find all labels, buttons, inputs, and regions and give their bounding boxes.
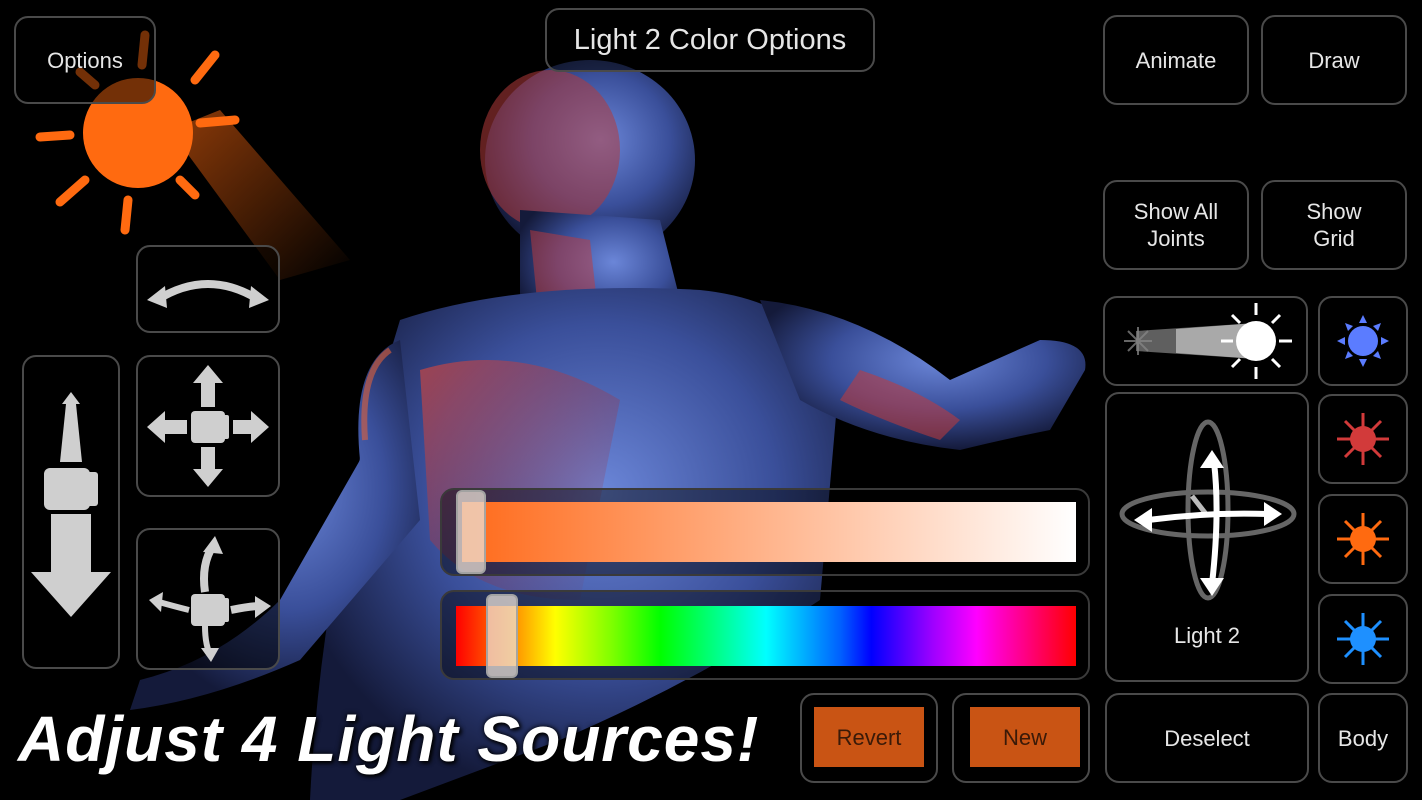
revert-button-frame[interactable]: Revert <box>800 693 938 783</box>
saturation-slider-thumb[interactable] <box>456 490 486 574</box>
show-grid-button[interactable]: Show Grid <box>1261 180 1407 270</box>
show-all-joints-button[interactable]: Show All Joints <box>1103 180 1249 270</box>
new-button[interactable]: New <box>970 707 1080 767</box>
light-3-sun-icon <box>1337 513 1389 565</box>
light-4-button[interactable] <box>1318 594 1408 684</box>
deselect-label: Deselect <box>1164 725 1250 751</box>
camera-zoom-button[interactable] <box>22 355 120 669</box>
light-3-button[interactable] <box>1318 494 1408 584</box>
options-label: Options <box>47 47 123 73</box>
brightness-sun-icon <box>1123 303 1292 379</box>
show-all-joints-label: Show All Joints <box>1133 199 1219 251</box>
light-2-sun-icon <box>1337 413 1389 465</box>
revert-label: Revert <box>836 724 902 750</box>
deselect-button[interactable]: Deselect <box>1105 693 1309 783</box>
hue-slider[interactable] <box>440 590 1090 680</box>
new-label: New <box>1002 724 1047 750</box>
promo-caption: Adjust 4 Light Sources! <box>18 703 760 775</box>
hue-slider-thumb[interactable] <box>486 594 518 678</box>
body-button[interactable]: Body <box>1318 693 1408 783</box>
light-label: Light 2 <box>1173 623 1241 648</box>
draw-label: Draw <box>1308 47 1360 73</box>
hue-gradient-bar <box>456 606 1076 666</box>
camera-rotate-button[interactable] <box>136 528 280 670</box>
light-1-sun-icon <box>1337 315 1389 367</box>
options-button[interactable]: Options <box>14 16 156 104</box>
light-1-button[interactable] <box>1318 296 1408 386</box>
camera-rotate-icon <box>149 536 271 662</box>
light-2-button[interactable] <box>1318 394 1408 484</box>
light-brightness-slider[interactable] <box>1103 296 1308 386</box>
light-move-gizmo-icon <box>1119 419 1297 601</box>
camera-zoom-icon <box>31 392 111 617</box>
body-label: Body <box>1337 725 1389 751</box>
draw-button[interactable]: Draw <box>1261 15 1407 105</box>
animate-button[interactable]: Animate <box>1103 15 1249 105</box>
light-move-panel[interactable]: Light 2 <box>1105 392 1309 682</box>
camera-orbit-button[interactable] <box>136 245 280 333</box>
animate-label: Animate <box>1135 47 1217 73</box>
saturation-slider[interactable] <box>440 488 1090 576</box>
camera-pan-button[interactable] <box>136 355 280 497</box>
curved-double-arrow-icon <box>147 280 269 308</box>
page-title: Light 2 Color Options <box>573 23 847 56</box>
saturation-gradient-bar <box>462 502 1076 562</box>
show-grid-label: Show Grid <box>1306 199 1362 251</box>
color-options-title: Light 2 Color Options <box>545 8 875 72</box>
revert-button[interactable]: Revert <box>814 707 924 767</box>
new-button-frame[interactable]: New <box>952 693 1090 783</box>
camera-pan-icon <box>147 365 269 487</box>
light-4-sun-icon <box>1337 613 1389 665</box>
